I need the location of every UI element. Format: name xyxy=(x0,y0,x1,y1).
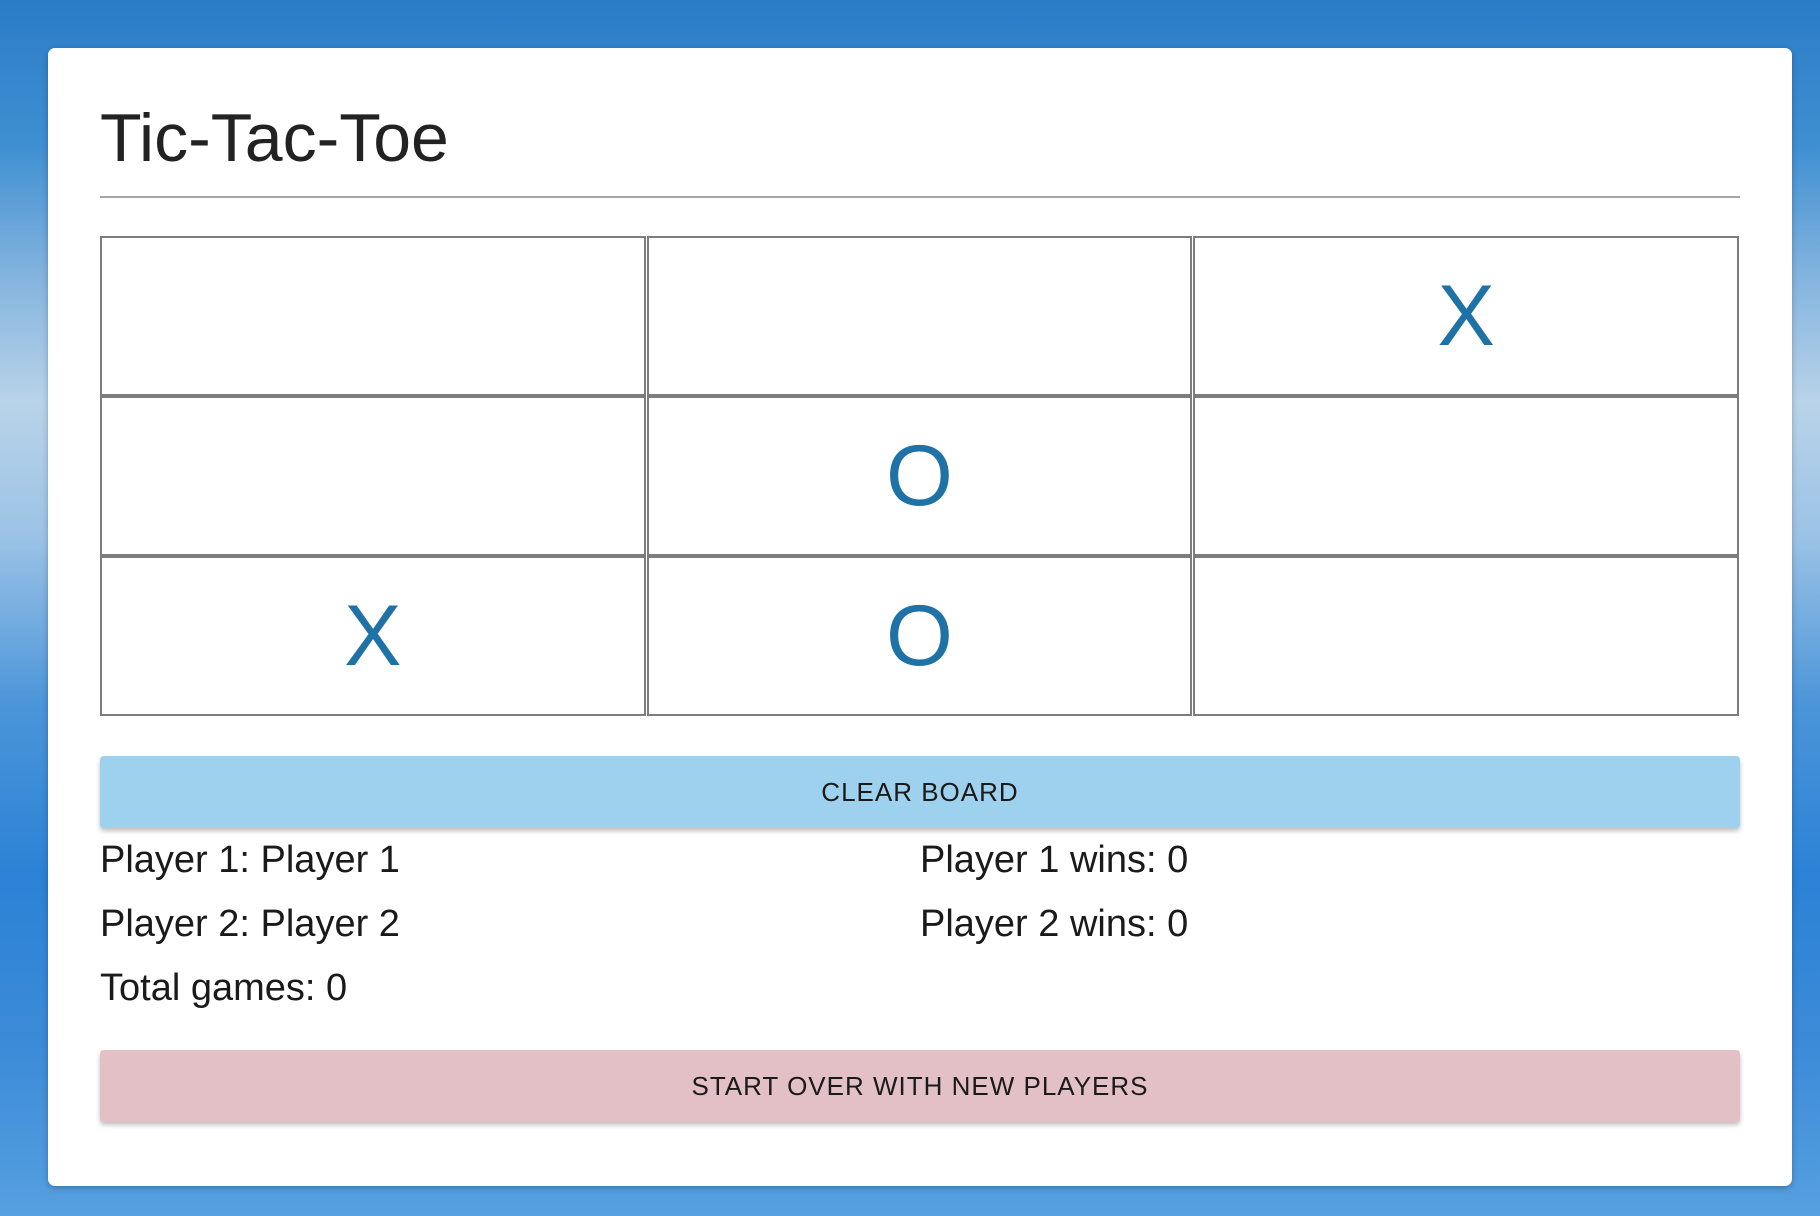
player1-wins: Player 1 wins: 0 xyxy=(920,839,1189,881)
board-cell-r2-c2[interactable]: O xyxy=(646,396,1193,556)
board-cell-r1-c3[interactable]: X xyxy=(1193,236,1739,396)
board-cell-r1-c2[interactable] xyxy=(646,236,1193,396)
board-cell-r2-c3[interactable] xyxy=(1193,396,1739,556)
board-cell-r1-c1[interactable] xyxy=(100,236,646,396)
game-board: X O X O xyxy=(100,236,1740,716)
board-cell-r3-c1[interactable]: X xyxy=(100,556,646,716)
total-games: Total games: 0 xyxy=(100,967,348,1009)
player2-name: Player 2: Player 2 xyxy=(100,903,400,945)
game-card: Tic-Tac-Toe X O X O CLEAR BOARD Player 1… xyxy=(48,48,1792,1186)
page-title: Tic-Tac-Toe xyxy=(100,100,449,176)
start-over-button[interactable]: START OVER WITH NEW PLAYERS xyxy=(100,1050,1740,1122)
board-cell-r3-c2[interactable]: O xyxy=(646,556,1193,716)
player1-name: Player 1: Player 1 xyxy=(100,839,400,881)
board-cell-r2-c1[interactable] xyxy=(100,396,646,556)
board-cell-r3-c3[interactable] xyxy=(1193,556,1739,716)
stats-panel: Player 1: Player 1 Player 1 wins: 0 Play… xyxy=(100,828,1740,1020)
title-divider xyxy=(100,196,1740,198)
player2-wins: Player 2 wins: 0 xyxy=(920,903,1189,945)
clear-board-button[interactable]: CLEAR BOARD xyxy=(100,756,1740,828)
